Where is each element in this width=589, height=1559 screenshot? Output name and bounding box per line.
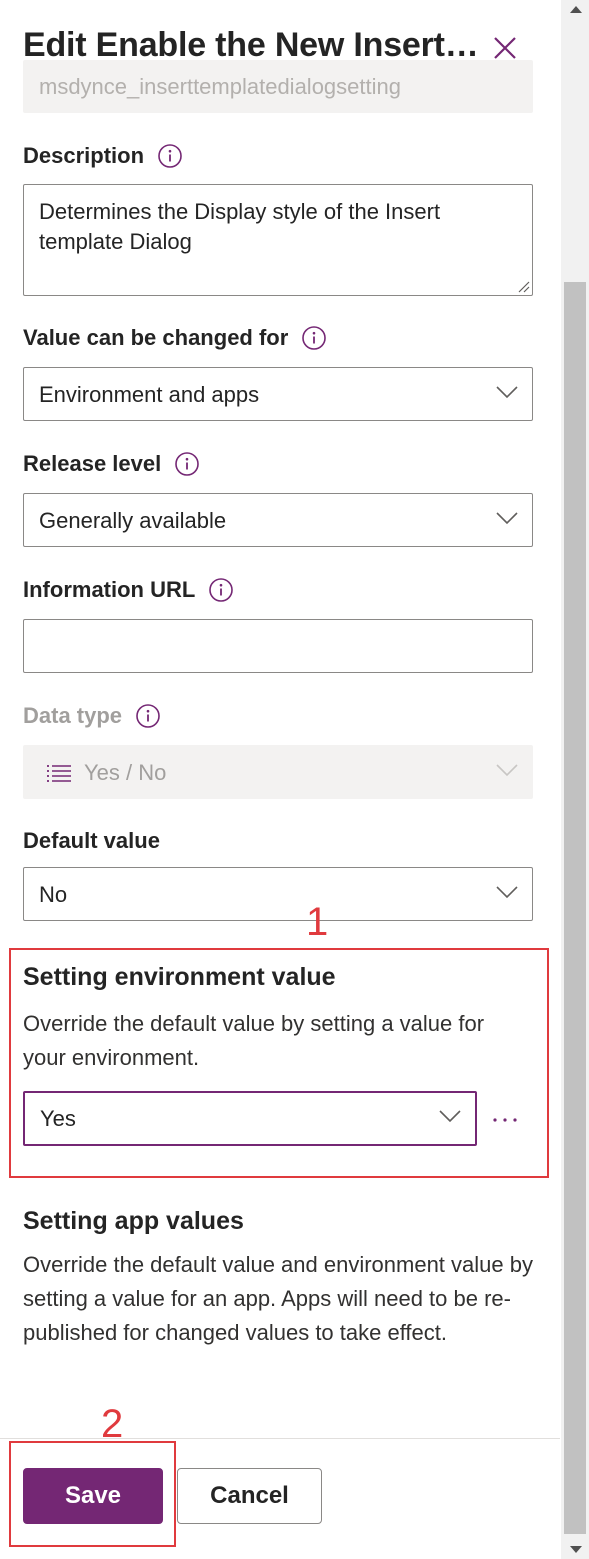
close-icon[interactable] bbox=[490, 33, 520, 63]
data-type-label: Data type bbox=[23, 703, 161, 729]
description-textarea[interactable]: Determines the Display style of the Inse… bbox=[23, 184, 533, 296]
value-can-be-changed-for-label: Value can be changed for bbox=[23, 325, 327, 351]
value-can-be-changed-for-label-text: Value can be changed for bbox=[23, 325, 289, 350]
chevron-down-icon bbox=[496, 764, 518, 777]
default-value-label: Default value bbox=[23, 828, 160, 854]
info-icon[interactable] bbox=[208, 577, 234, 603]
release-level-selected: Generally available bbox=[39, 508, 227, 533]
cancel-button[interactable]: Cancel bbox=[177, 1468, 322, 1524]
setting-app-values-title: Setting app values bbox=[23, 1207, 244, 1235]
description-label-text: Description bbox=[23, 143, 145, 168]
data-type-selected: Yes / No bbox=[84, 760, 167, 785]
info-icon[interactable] bbox=[174, 451, 200, 477]
release-level-dropdown[interactable]: Generally available bbox=[23, 493, 533, 547]
scroll-down-arrow-icon[interactable] bbox=[570, 1546, 582, 1553]
information-url-label: Information URL bbox=[23, 577, 234, 603]
default-value-dropdown[interactable]: No bbox=[23, 867, 533, 921]
chevron-down-icon bbox=[496, 512, 518, 525]
data-type-label-text: Data type bbox=[23, 703, 123, 728]
edit-setting-panel: Edit Enable the New Insert… msdynce_inse… bbox=[0, 0, 560, 1559]
data-type-dropdown: Yes / No bbox=[23, 745, 533, 799]
info-icon[interactable] bbox=[157, 143, 183, 169]
chevron-down-icon bbox=[496, 386, 518, 399]
annotation-number-1: 1 bbox=[306, 900, 329, 944]
description-value: Determines the Display style of the Inse… bbox=[39, 199, 441, 254]
description-label: Description bbox=[23, 143, 183, 169]
environment-value-selected: Yes bbox=[40, 1106, 76, 1131]
schema-name-field: msdynce_inserttemplatedialogsetting bbox=[23, 60, 533, 113]
scrollbar-thumb[interactable] bbox=[564, 282, 586, 1534]
information-url-input[interactable] bbox=[23, 619, 533, 673]
release-level-label-text: Release level bbox=[23, 451, 162, 476]
resize-grip-icon[interactable] bbox=[516, 279, 530, 293]
environment-value-dropdown[interactable]: Yes bbox=[23, 1091, 477, 1146]
setting-environment-value-description: Override the default value by setting a … bbox=[23, 1011, 485, 1070]
schema-name-value: msdynce_inserttemplatedialogsetting bbox=[39, 74, 401, 99]
information-url-label-text: Information URL bbox=[23, 577, 196, 602]
vertical-scrollbar[interactable] bbox=[561, 0, 589, 1559]
info-icon[interactable] bbox=[135, 703, 161, 729]
list-icon bbox=[47, 765, 71, 782]
chevron-down-icon bbox=[496, 886, 518, 899]
save-button[interactable]: Save bbox=[23, 1468, 163, 1524]
footer-divider bbox=[0, 1438, 560, 1439]
scroll-up-arrow-icon[interactable] bbox=[570, 6, 582, 13]
chevron-down-icon bbox=[439, 1110, 461, 1123]
more-options-icon[interactable] bbox=[490, 1105, 520, 1135]
setting-app-values-description: Override the default value and environme… bbox=[23, 1252, 533, 1345]
release-level-label: Release level bbox=[23, 451, 200, 477]
value-can-be-changed-for-selected: Environment and apps bbox=[39, 382, 260, 407]
setting-environment-value-title: Setting environment value bbox=[23, 963, 336, 991]
info-icon[interactable] bbox=[301, 325, 327, 351]
default-value-label-text: Default value bbox=[23, 828, 160, 853]
default-value-selected: No bbox=[39, 882, 68, 907]
value-can-be-changed-for-dropdown[interactable]: Environment and apps bbox=[23, 367, 533, 421]
